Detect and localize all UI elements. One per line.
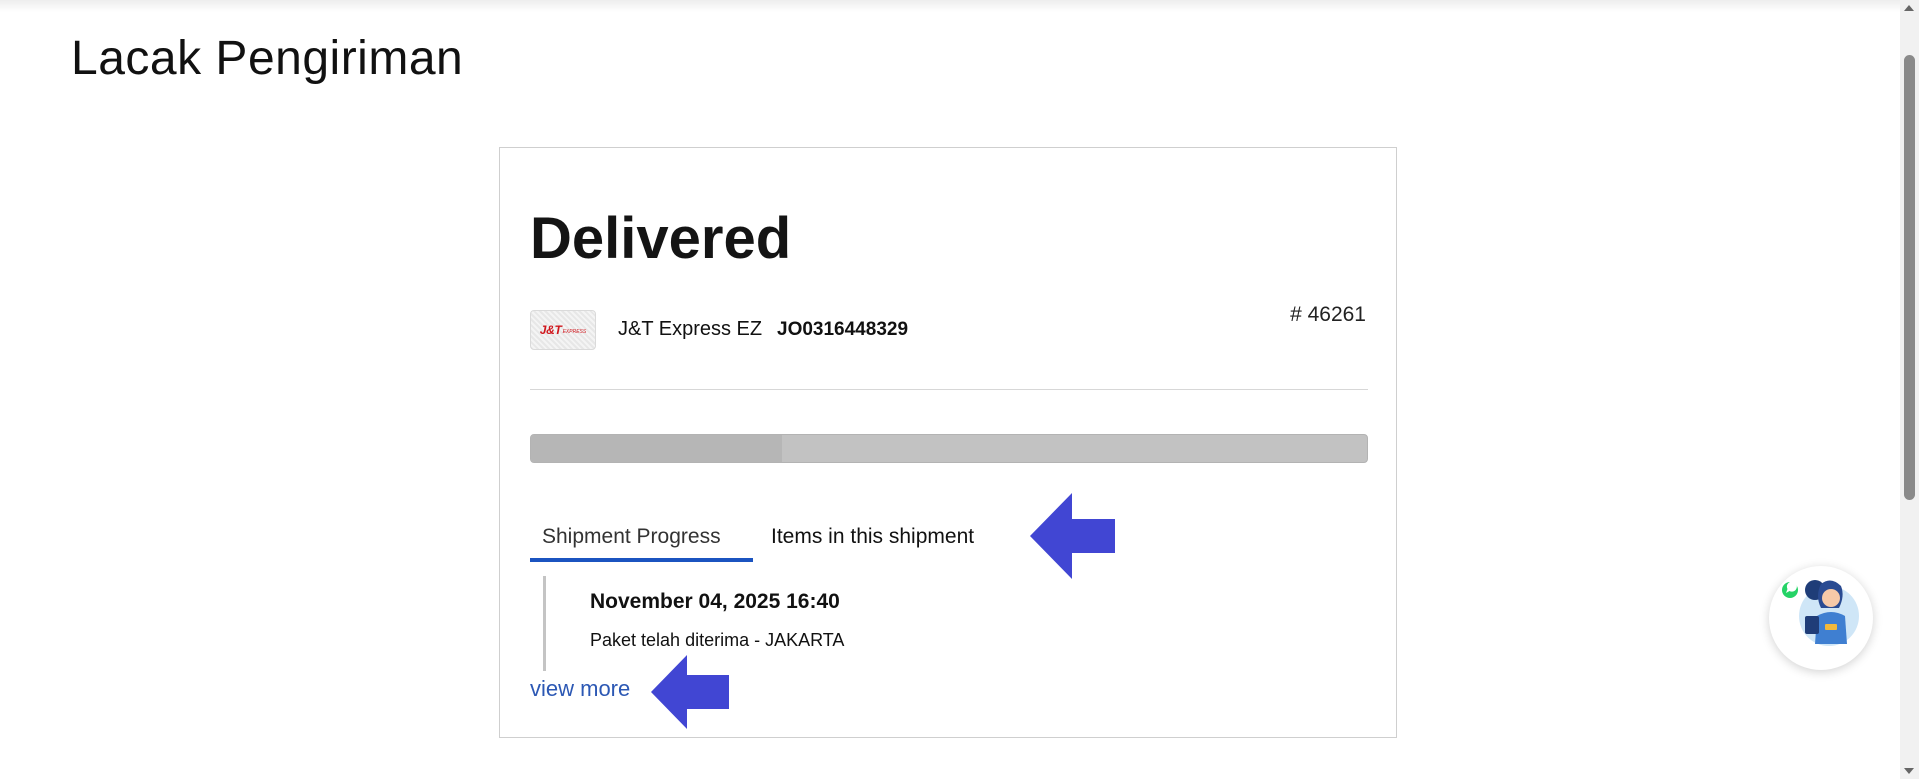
shipment-status: Delivered	[530, 206, 792, 271]
shipment-card: Delivered J&T EXPRESS J&T Express EZ JO0…	[499, 147, 1397, 738]
divider	[530, 389, 1368, 390]
carrier-name: J&T Express EZ	[618, 318, 763, 340]
shipment-progress-fill	[531, 435, 782, 462]
tab-items-in-shipment[interactable]: Items in this shipment	[771, 522, 974, 562]
scroll-down-icon[interactable]	[1904, 768, 1914, 774]
carrier-logo: J&T EXPRESS	[530, 310, 596, 350]
customer-support-whatsapp-icon	[1782, 580, 1859, 646]
event-description: Paket telah diterima - JAKARTA	[590, 630, 845, 650]
view-more-link[interactable]: view more	[530, 676, 630, 702]
left-arrow-icon	[1030, 493, 1115, 579]
scroll-up-icon[interactable]	[1904, 5, 1914, 11]
carrier-logo-subtext: EXPRESS	[562, 328, 587, 335]
scrollbar-thumb[interactable]	[1904, 55, 1915, 500]
event-date: November 04, 2025 16:40	[590, 590, 840, 613]
left-arrow-icon	[651, 655, 729, 729]
order-number: # 46261	[1290, 303, 1366, 326]
header-shadow	[0, 0, 1900, 12]
page-title: Lacak Pengiriman	[71, 32, 464, 85]
tracking-number: JO0316448329	[777, 319, 909, 340]
carrier-logo-text: J&T	[539, 323, 562, 337]
timeline-line	[543, 576, 546, 671]
vertical-scrollbar[interactable]	[1900, 0, 1919, 779]
chat-support-widget[interactable]	[1769, 566, 1873, 670]
tab-shipment-progress[interactable]: Shipment Progress	[530, 522, 753, 562]
shipment-progress-bar	[530, 434, 1368, 463]
